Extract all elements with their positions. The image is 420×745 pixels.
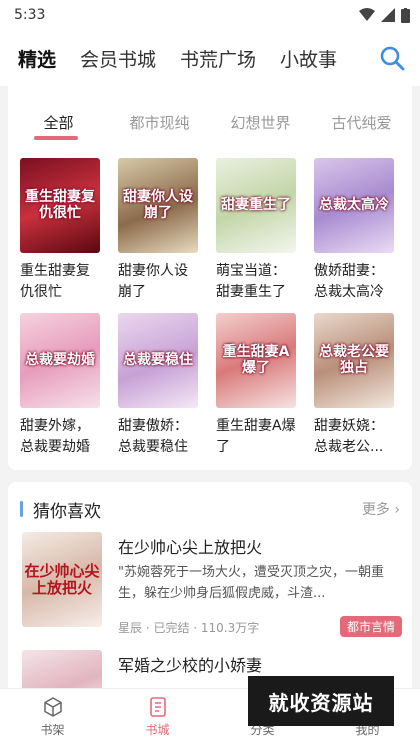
book-cover[interactable]: 总裁要稳住 <box>118 313 198 408</box>
cover-title: 重生甜妻A爆了 <box>222 344 290 376</box>
nav-label: 书城 <box>145 723 170 737</box>
book-cover[interactable]: 总裁要劫婚 <box>20 313 100 408</box>
section-header: 猜你喜欢 更多 › <box>20 497 400 522</box>
book-cover[interactable]: 重生甜妻A爆了 <box>216 313 296 408</box>
book-meta: 星辰 · 已完结 · 110.3万字 <box>118 621 260 635</box>
book-card[interactable]: 重生甜妻复仇很忙 重生甜妻复仇很忙 <box>20 158 102 303</box>
book-card[interactable]: 总裁要稳住 甜妻傲娇：总裁要稳住 <box>118 313 200 458</box>
cover-title: 总裁老公要独占 <box>319 344 389 376</box>
book-title[interactable]: 甜妻外嫁，总裁要劫婚 <box>20 416 102 458</box>
book-title[interactable]: 傲娇甜妻：总裁太高冷 <box>314 261 396 303</box>
genre-tag: 都市言情 <box>339 616 402 637</box>
subtab-ancient[interactable]: 古代纯爱 <box>311 112 412 133</box>
book-cover[interactable]: 甜妻重生了 <box>216 158 296 253</box>
book-card[interactable]: 总裁要劫婚 甜妻外嫁，总裁要劫婚 <box>20 313 102 458</box>
book-title[interactable]: 甜妻妖娆：总裁老公... <box>314 416 396 458</box>
nav-bookstore[interactable]: 书城 <box>105 689 210 745</box>
book-card[interactable]: 总裁老公要独占 甜妻妖娆：总裁老公... <box>314 313 396 458</box>
cover-title: 甜妻重生了 <box>221 196 291 213</box>
section-accent-bar <box>20 501 23 517</box>
book-cover[interactable]: 总裁老公要独占 <box>314 313 394 408</box>
book-card[interactable]: 总裁太高冷 傲娇甜妻：总裁太高冷 <box>314 158 396 303</box>
tab-member-store[interactable]: 会员书城 <box>80 45 156 72</box>
book-title[interactable]: 重生甜妻A爆了 <box>216 416 298 458</box>
tab-short-stories[interactable]: 小故事 <box>280 45 337 72</box>
section-title: 猜你喜欢 <box>20 497 101 522</box>
book-card[interactable]: 甜妻重生了 萌宝当道：甜妻重生了 <box>216 158 298 303</box>
featured-section: 全部 都市现纯 幻想世界 古代纯爱 重生甜妻复仇很忙 重生甜妻复仇很忙 甜妻你人… <box>8 78 412 470</box>
book-title[interactable]: 甜妻你人设崩了 <box>118 261 200 303</box>
search-icon[interactable] <box>378 44 406 72</box>
nav-bookshelf[interactable]: 书架 <box>0 689 105 745</box>
book-grid: 重生甜妻复仇很忙 重生甜妻复仇很忙 甜妻你人设崩了 甜妻你人设崩了 甜妻重生了 … <box>20 158 404 458</box>
list-item[interactable]: 在少帅心尖上放把火 在少帅心尖上放把火 "苏婉蓉死于一场大火，遭受灭顶之灾，一朝… <box>22 532 402 637</box>
battery-icon <box>401 7 410 23</box>
book-title[interactable]: 甜妻傲娇：总裁要稳住 <box>118 416 200 458</box>
cover-title: 总裁太高冷 <box>319 196 389 213</box>
book-cover[interactable]: 甜妻你人设崩了 <box>118 158 198 253</box>
nav-label: 书架 <box>40 723 65 737</box>
book-cover[interactable]: 总裁太高冷 <box>314 158 394 253</box>
status-time: 5:33 <box>14 7 46 23</box>
tab-featured[interactable]: 精选 <box>18 45 56 72</box>
active-tab-indicator <box>34 136 78 140</box>
book-title[interactable]: 重生甜妻复仇很忙 <box>20 261 102 303</box>
more-link[interactable]: 更多 › <box>362 499 400 519</box>
subtab-urban[interactable]: 都市现纯 <box>109 112 210 133</box>
book-description: "苏婉蓉死于一场大火，遭受灭顶之灾，一朝重生，躲在少帅身后狐假虎威，斗渣... <box>118 565 384 601</box>
cover-title: 重生甜妻复仇很忙 <box>25 189 95 221</box>
book-title[interactable]: 军婚之少校的小娇妻 <box>118 652 262 676</box>
cover-title: 总裁要稳住 <box>123 351 193 368</box>
recommend-section: 猜你喜欢 更多 › 在少帅心尖上放把火 在少帅心尖上放把火 "苏婉蓉死于一场大火… <box>8 482 412 702</box>
cover-title: 总裁要劫婚 <box>25 351 95 368</box>
status-icons <box>359 7 410 23</box>
signal-icon <box>381 8 395 22</box>
book-cover[interactable]: 重生甜妻复仇很忙 <box>20 158 100 253</box>
subtab-all[interactable]: 全部 <box>8 112 109 133</box>
subtab-fantasy[interactable]: 幻想世界 <box>210 112 311 133</box>
section-title-text: 猜你喜欢 <box>33 501 101 522</box>
tab-book-plaza[interactable]: 书荒广场 <box>180 45 256 72</box>
cover-title: 甜妻你人设崩了 <box>123 189 193 221</box>
book-cover[interactable]: 在少帅心尖上放把火 <box>22 532 102 627</box>
book-title[interactable]: 在少帅心尖上放把火 <box>118 534 262 558</box>
book-card[interactable]: 甜妻你人设崩了 甜妻你人设崩了 <box>118 158 200 303</box>
cover-title: 在少帅心尖上放把火 <box>24 562 100 597</box>
cube-icon <box>43 697 62 717</box>
wifi-icon <box>359 8 375 21</box>
status-bar: 5:33 <box>0 0 420 30</box>
book-title[interactable]: 萌宝当道：甜妻重生了 <box>216 261 298 303</box>
category-tabs: 全部 都市现纯 幻想世界 古代纯爱 <box>8 112 412 133</box>
book-card[interactable]: 重生甜妻A爆了 重生甜妻A爆了 <box>216 313 298 458</box>
book-icon <box>149 697 166 717</box>
watermark: 就收资源站 <box>248 676 394 726</box>
